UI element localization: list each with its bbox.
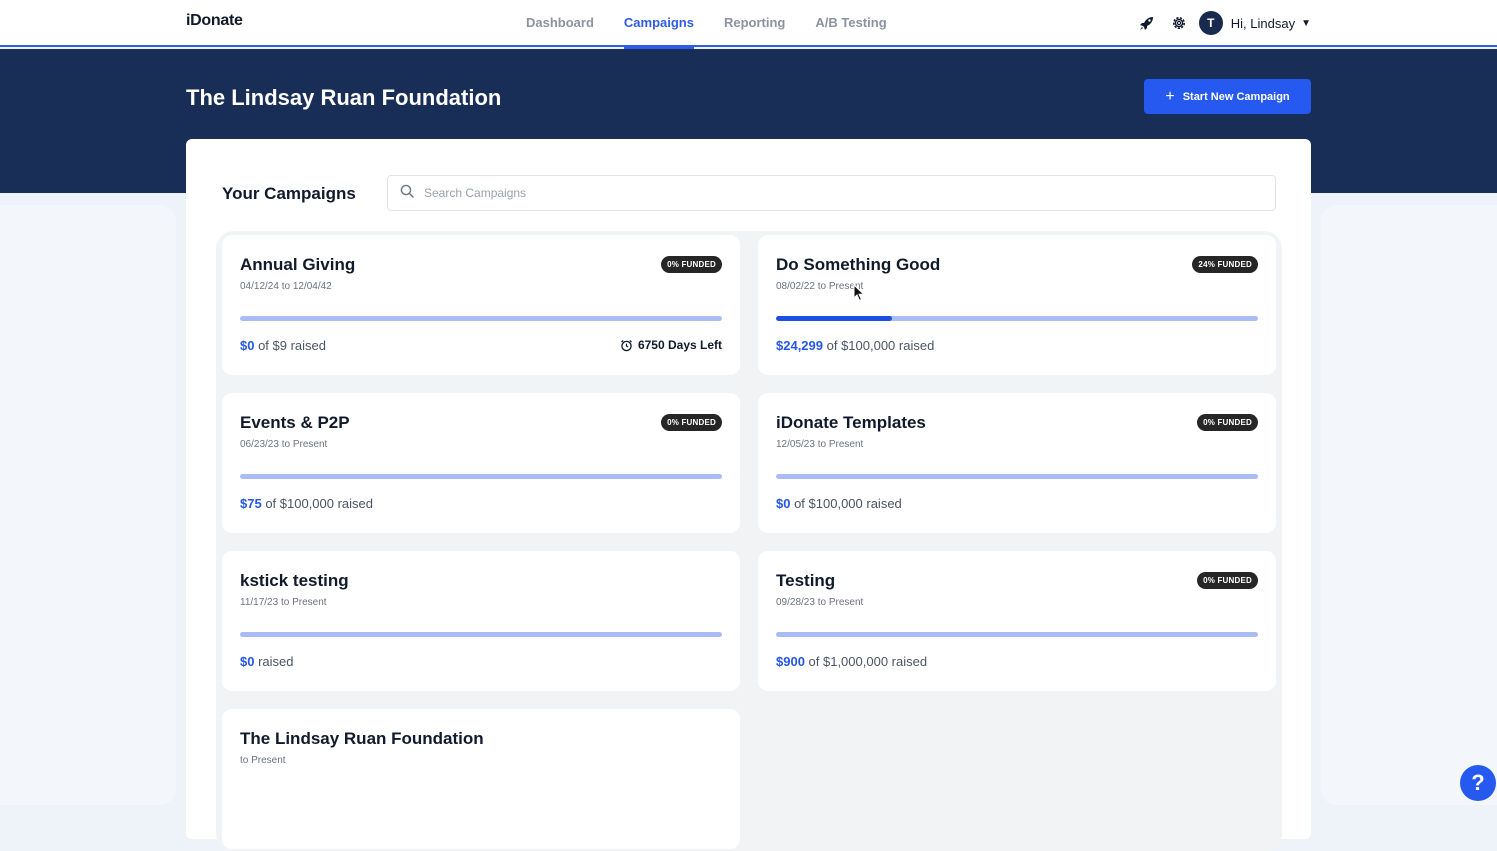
- progress-bar: [240, 316, 722, 321]
- rocket-icon[interactable]: [1137, 13, 1157, 33]
- gear-icon[interactable]: [1169, 13, 1189, 33]
- search-icon: [400, 184, 414, 203]
- help-button[interactable]: ?: [1460, 765, 1496, 801]
- plus-icon: +: [1165, 87, 1175, 105]
- campaign-dates: 09/28/23 to Present: [776, 597, 864, 608]
- nav-link-campaigns[interactable]: Campaigns: [623, 0, 695, 49]
- campaign-title: Events & P2P: [240, 413, 350, 432]
- campaign-card-do-something-good[interactable]: Do Something Good 08/02/22 to Present 24…: [758, 235, 1276, 375]
- progress-bar: [240, 474, 722, 479]
- start-new-campaign-label: Start New Campaign: [1182, 90, 1290, 103]
- alarm-clock-icon: [621, 339, 632, 351]
- progress-bar: [776, 316, 1258, 321]
- campaign-title: The Lindsay Ruan Foundation: [240, 729, 484, 748]
- campaign-title: Annual Giving: [240, 255, 356, 274]
- campaign-card-annual-giving[interactable]: Annual Giving 04/12/24 to 12/04/42 0% FU…: [222, 235, 740, 375]
- main-nav: Dashboard Campaigns Reporting A/B Testin…: [526, 0, 917, 49]
- search-input[interactable]: [422, 185, 1275, 201]
- background-panel-right: [1321, 205, 1497, 805]
- campaign-card-testing[interactable]: Testing 09/28/23 to Present 0% FUNDED $9…: [758, 551, 1276, 691]
- user-greeting: Hi, Lindsay: [1230, 15, 1296, 31]
- nav-link-dashboard[interactable]: Dashboard: [526, 0, 594, 47]
- raised-text: $0 of $100,000 raised: [776, 496, 902, 511]
- mouse-cursor-icon: [853, 284, 865, 302]
- idonate-logo[interactable]: iDonate: [186, 12, 243, 30]
- background-panel-left: [0, 205, 176, 805]
- raised-text: $24,299 of $100,000 raised: [776, 338, 935, 353]
- campaign-card-lindsay-ruan-foundation[interactable]: The Lindsay Ruan Foundation to Present: [222, 709, 740, 849]
- campaign-title: iDonate Templates: [776, 413, 926, 432]
- raised-text: $900 of $1,000,000 raised: [776, 654, 928, 669]
- campaign-title: Do Something Good: [776, 255, 941, 274]
- user-avatar[interactable]: T: [1198, 11, 1223, 35]
- user-menu[interactable]: Hi, Lindsay ▼: [1231, 16, 1311, 31]
- top-navbar: iDonate Dashboard Campaigns Reporting A/…: [0, 0, 1497, 49]
- campaign-dates: 11/17/23 to Present: [240, 597, 327, 608]
- nav-user-area: T Hi, Lindsay ▼: [1125, 11, 1311, 35]
- section-title: Your Campaigns: [222, 184, 356, 203]
- campaign-card-idonate-templates[interactable]: iDonate Templates 12/05/23 to Present 0%…: [758, 393, 1276, 533]
- progress-bar: [776, 632, 1258, 637]
- funded-badge: 24% FUNDED: [1192, 256, 1258, 273]
- funded-badge: 0% FUNDED: [661, 414, 722, 431]
- nav-link-ab-testing[interactable]: A/B Testing: [815, 0, 886, 47]
- start-new-campaign-button[interactable]: + Start New Campaign: [1144, 79, 1311, 114]
- days-left: 6750 Days Left: [620, 338, 722, 352]
- progress-bar: [776, 474, 1258, 479]
- campaign-title: Testing: [776, 571, 836, 590]
- raised-text: $0 raised: [240, 654, 294, 669]
- campaign-dates: 06/23/23 to Present: [240, 439, 328, 450]
- campaign-dates: to Present: [240, 755, 286, 766]
- funded-badge: 0% FUNDED: [1197, 572, 1258, 589]
- nav-link-reporting[interactable]: Reporting: [724, 0, 785, 47]
- campaign-card-events-p2p[interactable]: Events & P2P 06/23/23 to Present 0% FUND…: [222, 393, 740, 533]
- caret-down-icon: ▼: [1301, 17, 1311, 29]
- raised-text: $0 of $9 raised: [240, 338, 327, 353]
- campaign-title: kstick testing: [240, 571, 349, 590]
- funded-badge: 0% FUNDED: [1197, 414, 1258, 431]
- campaign-dates: 08/02/22 to Present: [776, 281, 864, 292]
- page-title: The Lindsay Ruan Foundation: [186, 85, 502, 110]
- funded-badge: 0% FUNDED: [661, 256, 722, 273]
- campaign-dates: 12/05/23 to Present: [776, 439, 864, 450]
- campaign-dates: 04/12/24 to 12/04/42: [240, 281, 332, 292]
- campaigns-panel: Your Campaigns Annual Giving 04/12/24 to…: [186, 139, 1311, 851]
- progress-bar: [240, 632, 722, 637]
- search-box[interactable]: [387, 175, 1276, 211]
- raised-text: $75 of $100,000 raised: [240, 496, 374, 511]
- campaign-card-kstick-testing[interactable]: kstick testing 11/17/23 to Present $0 ra…: [222, 551, 740, 691]
